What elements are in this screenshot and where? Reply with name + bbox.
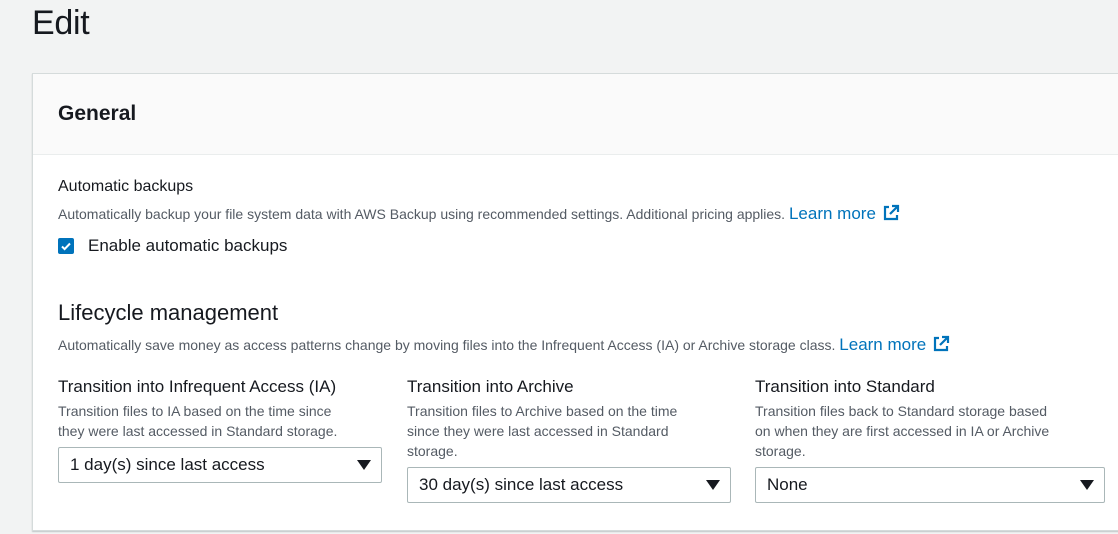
panel-title: General xyxy=(58,102,137,125)
automatic-backups-label: Automatic backups xyxy=(58,178,194,195)
archive-desc-line-2: since they were last accessed in Standar… xyxy=(407,423,669,439)
archive-transition-label: Transition into Archive xyxy=(407,377,574,396)
standard-desc-line-2: on when they are first accessed in IA or… xyxy=(755,423,1050,439)
automatic-backups-description: Automatically backup your file system da… xyxy=(58,204,900,224)
enable-backups-checkbox-row[interactable]: Enable automatic backups xyxy=(58,236,287,256)
lifecycle-description: Automatically save money as access patte… xyxy=(58,335,950,355)
standard-desc-line-3: storage. xyxy=(755,443,806,459)
standard-transition-select-value: None xyxy=(767,475,808,494)
ia-desc-line-2: they were last accessed in Standard stor… xyxy=(58,423,338,439)
general-panel: General Automatic backups Automatically … xyxy=(32,73,1118,531)
enable-backups-label[interactable]: Enable automatic backups xyxy=(88,236,287,256)
backups-learn-more-link[interactable]: Learn more xyxy=(789,204,900,223)
archive-transition-select[interactable]: 30 day(s) since last access xyxy=(407,467,731,503)
caret-down-icon xyxy=(357,460,371,470)
caret-down-icon xyxy=(706,480,720,490)
automatic-backups-description-text: Automatically backup your file system da… xyxy=(58,206,786,222)
archive-transition-description: Transition files to Archive based on the… xyxy=(407,401,677,461)
standard-transition-label: Transition into Standard xyxy=(755,377,935,396)
ia-transition-select-value: 1 day(s) since last access xyxy=(70,455,265,474)
page-title: Edit xyxy=(32,4,90,42)
archive-desc-line-3: storage. xyxy=(407,443,458,459)
ia-desc-line-1: Transition files to IA based on the time… xyxy=(58,403,332,419)
panel-header: General xyxy=(33,74,1118,155)
ia-transition-select[interactable]: 1 day(s) since last access xyxy=(58,447,382,483)
lifecycle-learn-more-text[interactable]: Learn more xyxy=(839,335,926,354)
lifecycle-heading: Lifecycle management xyxy=(58,300,279,325)
standard-transition-description: Transition files back to Standard storag… xyxy=(755,401,1049,461)
archive-transition-select-value: 30 day(s) since last access xyxy=(419,475,624,494)
external-link-icon xyxy=(883,204,900,221)
ia-transition-label: Transition into Infrequent Access (IA) xyxy=(58,377,337,396)
backups-learn-more-text[interactable]: Learn more xyxy=(789,204,876,223)
standard-desc-line-1: Transition files back to Standard storag… xyxy=(755,403,1048,419)
caret-down-icon xyxy=(1080,480,1094,490)
ia-transition-description: Transition files to IA based on the time… xyxy=(58,401,337,441)
enable-backups-checkbox[interactable] xyxy=(58,238,74,254)
lifecycle-description-text: Automatically save money as access patte… xyxy=(58,337,836,353)
standard-transition-select[interactable]: None xyxy=(755,467,1105,503)
archive-desc-line-1: Transition files to Archive based on the… xyxy=(407,403,678,419)
external-link-icon xyxy=(934,335,950,352)
lifecycle-learn-more-link[interactable]: Learn more xyxy=(839,335,950,354)
checkmark-icon xyxy=(61,242,71,251)
